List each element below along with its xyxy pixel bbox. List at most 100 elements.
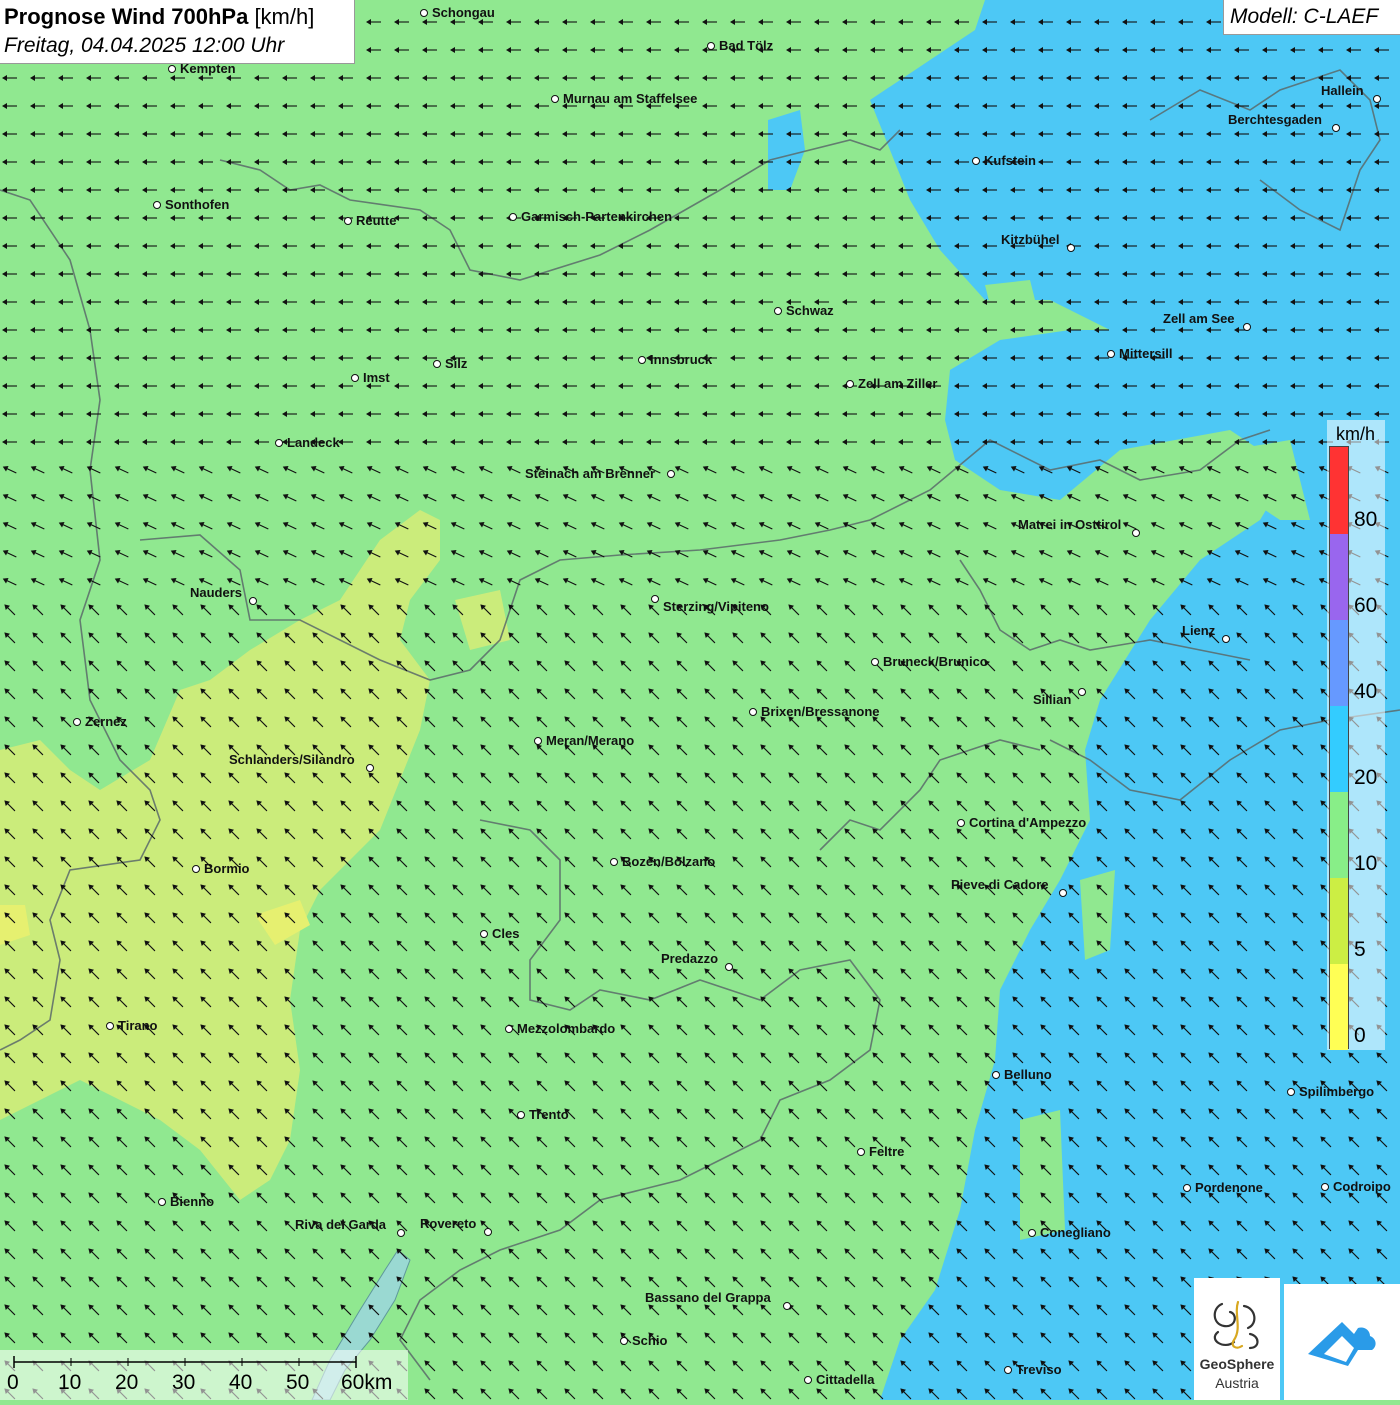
city-marker[interactable] [1004, 1366, 1012, 1374]
city-label: Predazzo [661, 951, 718, 966]
legend-tick-5: 5 [1354, 938, 1366, 962]
model-box: Modell: C-LAEF [1223, 0, 1400, 35]
city-marker[interactable] [992, 1071, 1000, 1079]
city-marker[interactable] [366, 764, 374, 772]
city-label: Sillian [1033, 692, 1071, 707]
city-label: Trento [529, 1107, 569, 1122]
city-label: Brixen/Bressanone [761, 704, 880, 719]
city-marker[interactable] [275, 439, 283, 447]
city-marker[interactable] [972, 157, 980, 165]
model-name: Modell: C-LAEF [1230, 5, 1378, 29]
city-marker[interactable] [1287, 1088, 1295, 1096]
city-label: Pordenone [1195, 1180, 1263, 1195]
city-marker[interactable] [667, 470, 675, 478]
city-marker[interactable] [620, 1337, 628, 1345]
city-marker[interactable] [804, 1376, 812, 1384]
scale-label-30: 30 [172, 1371, 195, 1395]
city-marker[interactable] [1183, 1184, 1191, 1192]
city-marker[interactable] [344, 217, 352, 225]
city-label: Bienno [170, 1194, 214, 1209]
city-label: Schlanders/Silandro [229, 752, 355, 767]
city-label: Belluno [1004, 1067, 1052, 1082]
city-marker[interactable] [1332, 124, 1340, 132]
city-marker[interactable] [783, 1302, 791, 1310]
city-label: Zernez [85, 714, 127, 729]
city-label: Hallein [1321, 83, 1364, 98]
city-marker[interactable] [420, 9, 428, 17]
city-label: Silz [445, 356, 467, 371]
city-marker[interactable] [749, 708, 757, 716]
city-label: Cittadella [816, 1372, 875, 1387]
city-label: Codroipo [1333, 1179, 1391, 1194]
city-marker[interactable] [846, 380, 854, 388]
city-marker[interactable] [551, 95, 559, 103]
title-box: Prognose Wind 700hPa [km/h] Freitag, 04.… [0, 0, 355, 64]
scale-label-40: 40 [229, 1371, 252, 1395]
city-marker[interactable] [871, 658, 879, 666]
geosphere-country: Austria [1194, 1375, 1280, 1391]
city-marker[interactable] [1067, 244, 1075, 252]
city-marker[interactable] [1028, 1229, 1036, 1237]
city-label: Garmisch-Partenkirchen [521, 209, 672, 224]
city-label: Bozen/Bolzano [622, 854, 715, 869]
city-marker[interactable] [351, 374, 359, 382]
city-marker[interactable] [651, 595, 659, 603]
legend-tick-80: 80 [1354, 508, 1377, 532]
city-marker[interactable] [774, 307, 782, 315]
city-marker[interactable] [153, 201, 161, 209]
city-marker[interactable] [397, 1229, 405, 1237]
city-label: Meran/Merano [546, 733, 634, 748]
city-marker[interactable] [106, 1022, 114, 1030]
city-marker[interactable] [1078, 688, 1086, 696]
city-marker[interactable] [707, 42, 715, 50]
city-marker[interactable] [1107, 350, 1115, 358]
city-marker[interactable] [505, 1025, 513, 1033]
city-marker[interactable] [249, 597, 257, 605]
app-logo[interactable] [1284, 1284, 1400, 1400]
scale-label-10: 10 [58, 1371, 81, 1395]
city-marker[interactable] [158, 1198, 166, 1206]
city-marker[interactable] [1059, 889, 1067, 897]
city-marker[interactable] [73, 718, 81, 726]
wind-field-green-island [1020, 1110, 1065, 1240]
city-label: Bassano del Grappa [645, 1290, 771, 1305]
city-marker[interactable] [1243, 323, 1251, 331]
city-label: Spilimbergo [1299, 1084, 1374, 1099]
city-marker[interactable] [480, 930, 488, 938]
city-marker[interactable] [517, 1111, 525, 1119]
city-marker[interactable] [638, 356, 646, 364]
scale-label-50: 50 [286, 1371, 309, 1395]
map-title: Prognose Wind 700hPa [km/h] [4, 4, 314, 30]
city-marker[interactable] [1373, 95, 1381, 103]
city-marker[interactable] [725, 963, 733, 971]
city-marker[interactable] [1222, 635, 1230, 643]
city-label: Zell am Ziller [858, 376, 937, 391]
city-label: Schwaz [786, 303, 834, 318]
scale-ruler [0, 1350, 408, 1372]
city-label: Nauders [190, 585, 242, 600]
city-label: Bruneck/Brunico [883, 654, 988, 669]
city-label: Riva del Garda [295, 1217, 386, 1232]
city-label: Murnau am Staffelsee [563, 91, 697, 106]
city-marker[interactable] [484, 1228, 492, 1236]
city-marker[interactable] [534, 737, 542, 745]
city-label: Cortina d'Ampezzo [969, 815, 1086, 830]
city-marker[interactable] [857, 1148, 865, 1156]
legend-tick-20: 20 [1354, 766, 1377, 790]
city-marker[interactable] [1321, 1183, 1329, 1191]
map-title-main: Prognose Wind 700hPa [4, 4, 248, 29]
city-marker[interactable] [433, 360, 441, 368]
city-label: Steinach am Brenner [525, 466, 655, 481]
legend-tick-0: 0 [1354, 1024, 1366, 1048]
scale-bar: 0 10 20 30 40 50 60km [0, 1350, 408, 1400]
city-marker[interactable] [610, 858, 618, 866]
city-marker[interactable] [192, 865, 200, 873]
city-marker[interactable] [1132, 529, 1140, 537]
city-marker[interactable] [509, 213, 517, 221]
city-marker[interactable] [168, 65, 176, 73]
map-title-unit: [km/h] [254, 4, 314, 29]
legend-tick-60: 60 [1354, 594, 1377, 618]
geosphere-logo[interactable]: GeoSphere Austria [1194, 1278, 1280, 1400]
city-marker[interactable] [957, 819, 965, 827]
city-label: Berchtesgaden [1228, 112, 1322, 127]
